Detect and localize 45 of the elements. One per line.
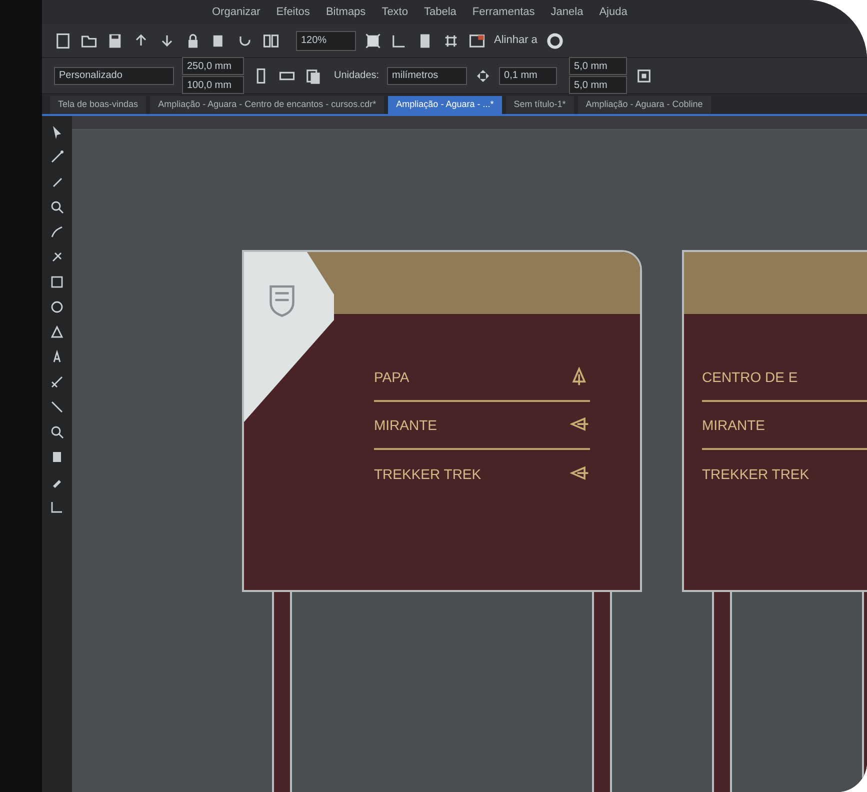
curve-icon[interactable] <box>49 224 65 240</box>
duplicate-y-field[interactable]: 5,0 mm <box>569 76 628 94</box>
image-icon[interactable] <box>468 32 486 50</box>
frame-icon[interactable] <box>635 66 654 84</box>
triangle-icon[interactable] <box>49 324 65 340</box>
units-label: Unidades: <box>334 69 380 83</box>
destination-label: TREKKER TREK <box>374 464 482 484</box>
page-height-field[interactable]: 100,0 mm <box>182 76 244 94</box>
document-tab[interactable]: Ampliação - Aguara - Cobline <box>578 96 711 114</box>
destination-label: TREKKER TREK <box>702 464 810 484</box>
units-dropdown[interactable]: milímetros <box>387 66 468 84</box>
destination-label: CENTRO DE E <box>702 368 798 386</box>
document-tab[interactable]: Ampliação - Aguara - ...* <box>388 96 502 114</box>
columns-icon[interactable] <box>262 32 280 50</box>
document-tab[interactable]: Ampliação - Aguara - Centro de encantos - cursos.cdr* <box>150 96 384 114</box>
page-width-field[interactable]: 250,0 mm <box>182 57 244 75</box>
menu-item[interactable]: Texto <box>382 4 408 20</box>
full-screen-icon[interactable] <box>364 32 382 50</box>
nudge-icon[interactable] <box>475 68 492 84</box>
menu-item[interactable]: Bitmaps <box>326 4 366 20</box>
destination-label: MIRANTE <box>702 416 765 434</box>
diagonal-line-icon[interactable] <box>49 399 65 415</box>
pages-icon[interactable] <box>304 66 322 84</box>
menu-item[interactable]: Ajuda <box>599 4 628 20</box>
menu-item[interactable]: Organizar <box>212 4 260 20</box>
new-document-icon[interactable] <box>54 32 72 50</box>
menu-item[interactable]: Janela <box>550 4 584 20</box>
menu-item[interactable]: Ferramentas <box>472 4 535 20</box>
nudge-distance-field[interactable]: 0,1 mm <box>499 66 558 84</box>
page-size-dropdown[interactable]: Personalizado <box>54 66 174 84</box>
destination-label: MIRANTE <box>374 416 437 434</box>
zoom-field[interactable]: 120% <box>296 30 356 50</box>
destination-label: PAPA <box>374 368 410 386</box>
corner-icon[interactable] <box>49 499 65 515</box>
node-icon[interactable] <box>49 149 65 165</box>
ellipse-icon[interactable] <box>49 299 65 315</box>
document-tab[interactable]: Tela de boas-vindas <box>50 96 146 114</box>
zoom-icon[interactable] <box>49 424 65 440</box>
rectangle-icon[interactable] <box>49 274 65 290</box>
menu-item[interactable]: Efeitos <box>276 4 310 20</box>
zoom-icon[interactable] <box>49 199 65 215</box>
duplicate-x-field[interactable]: 5,0 mm <box>569 57 628 75</box>
menu-item[interactable]: Tabela <box>424 4 456 20</box>
snap-to-label: Alinhar a <box>494 33 538 48</box>
document-tab[interactable]: Sem título-1* <box>506 96 574 114</box>
